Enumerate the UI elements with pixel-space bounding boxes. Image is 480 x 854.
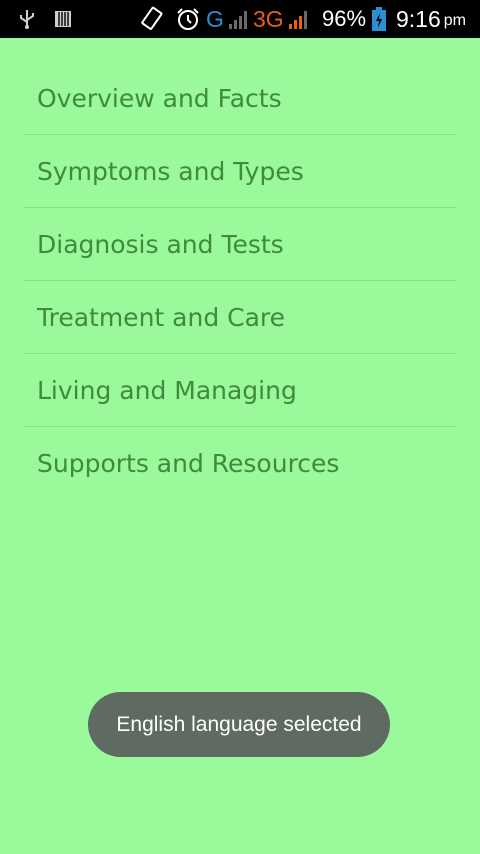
am-pm: pm — [443, 12, 466, 29]
network-type-3g: 3G — [253, 5, 284, 32]
menu-item-overview[interactable]: Overview and Facts — [24, 62, 456, 135]
battery-charging-icon — [371, 0, 387, 38]
usb-icon — [18, 0, 36, 38]
menu-item-label: Overview and Facts — [37, 83, 282, 113]
menu-item-label: Living and Managing — [37, 375, 297, 405]
clock: 9:16 pm — [396, 0, 466, 38]
menu-item-label: Symptoms and Types — [37, 156, 304, 186]
menu-item-label: Treatment and Care — [37, 302, 286, 332]
sd-card-icon — [54, 0, 72, 38]
toast-message: English language selected — [88, 692, 390, 757]
status-bar: G 3G 96% 9:16 pm — [0, 0, 480, 38]
menu-item-supports[interactable]: Supports and Resources — [24, 427, 456, 499]
signal-icon — [228, 0, 250, 38]
time: 9:16 — [396, 5, 441, 32]
signal-icon — [288, 0, 312, 38]
toast-text: English language selected — [116, 712, 362, 736]
menu-item-diagnosis[interactable]: Diagnosis and Tests — [24, 208, 456, 281]
menu-item-label: Diagnosis and Tests — [37, 229, 284, 259]
topic-menu: Overview and Facts Symptoms and Types Di… — [24, 62, 456, 499]
menu-item-living[interactable]: Living and Managing — [24, 354, 456, 427]
menu-item-label: Supports and Resources — [37, 448, 340, 478]
network-type-g: G — [206, 5, 224, 32]
rotate-icon — [140, 0, 164, 38]
menu-item-symptoms[interactable]: Symptoms and Types — [24, 135, 456, 208]
menu-item-treatment[interactable]: Treatment and Care — [24, 281, 456, 354]
alarm-icon — [176, 0, 200, 38]
battery-percent: 96% — [322, 6, 367, 31]
